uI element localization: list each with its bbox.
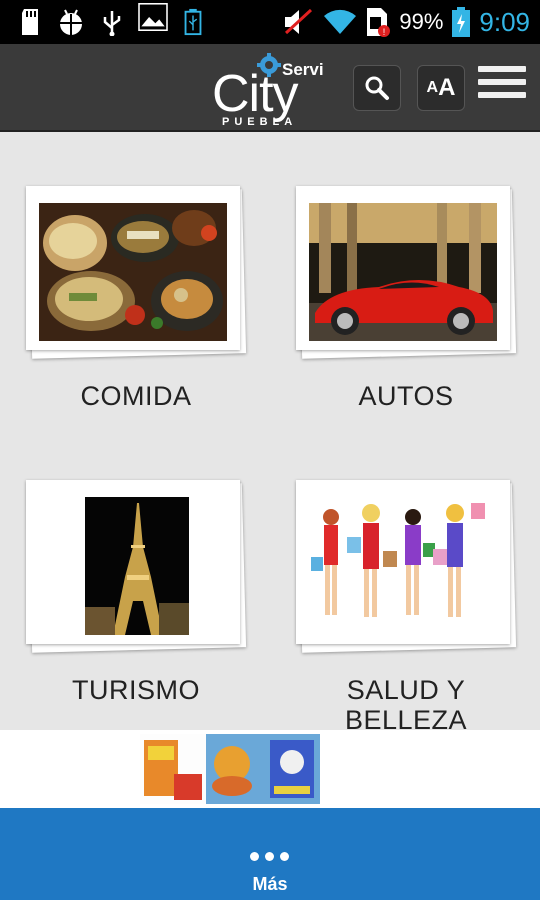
sd-card-icon <box>22 9 38 35</box>
battery-icon <box>452 7 471 37</box>
wifi-icon <box>324 9 357 35</box>
more-bar[interactable]: Más <box>0 808 540 900</box>
food-photo <box>39 203 227 341</box>
category-autos[interactable]: AUTOS <box>296 186 517 411</box>
snack-products-ad <box>140 734 320 804</box>
sim-alert-icon: ! <box>367 8 391 37</box>
app-header: Servi City PUEBLA AA <box>0 44 540 132</box>
logo-puebla-text: PUEBLA <box>222 116 298 128</box>
usb-icon <box>103 11 121 36</box>
more-label: Más <box>252 874 288 894</box>
category-label: COMIDA <box>80 381 192 411</box>
mute-icon <box>285 8 313 35</box>
category-label: TURISMO <box>72 675 200 705</box>
hamburger-menu-icon[interactable] <box>478 66 526 110</box>
font-size-small-a: A <box>426 79 439 96</box>
red-sports-car-photo <box>309 203 497 341</box>
photo-frame <box>296 480 517 653</box>
status-bar: ! 99% 9:09 <box>0 0 540 44</box>
font-size-button[interactable]: AA <box>417 65 465 111</box>
category-label: AUTOS <box>358 381 454 411</box>
photo-frame <box>26 480 247 653</box>
ad-banner[interactable] <box>0 730 540 808</box>
svg-text:!: ! <box>383 27 386 37</box>
logo-city-text: City <box>212 65 299 123</box>
category-turismo[interactable]: TURISMO <box>26 480 247 705</box>
servicity-logo[interactable]: Servi City PUEBLA <box>210 48 330 130</box>
eiffel-tower-night-photo <box>39 497 227 635</box>
shopping-women-illustration <box>309 497 497 635</box>
usb-battery-icon <box>184 8 202 36</box>
battery-percent: 99% <box>399 9 444 34</box>
category-label: SALUD Y BELLEZA <box>344 675 468 735</box>
search-button[interactable] <box>353 65 401 111</box>
search-icon <box>365 76 389 100</box>
photo-frame <box>26 186 247 359</box>
status-right: ! 99% 9:09 <box>283 0 530 44</box>
photo-frame <box>296 186 517 359</box>
category-comida[interactable]: COMIDA <box>26 186 247 411</box>
clock: 9:09 <box>479 6 530 37</box>
image-icon <box>138 3 168 31</box>
font-size-large-a: A <box>438 74 456 101</box>
more-dots-icon <box>250 852 289 861</box>
android-debug-icon <box>60 9 82 35</box>
category-salud-belleza[interactable]: SALUD Y BELLEZA <box>296 480 517 735</box>
